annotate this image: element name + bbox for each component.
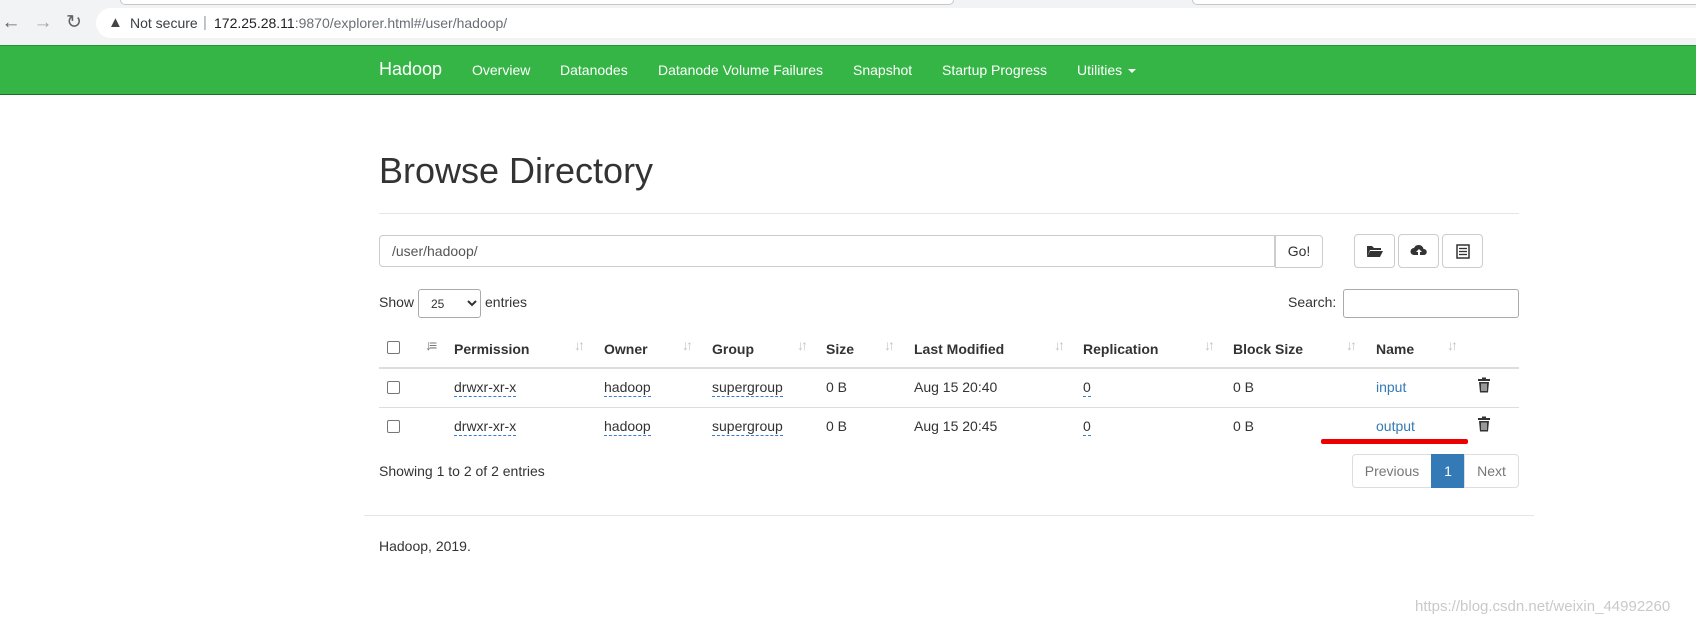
go-button[interactable]: Go! bbox=[1275, 235, 1323, 268]
nav-item-snapshot[interactable]: Snapshot bbox=[853, 62, 912, 78]
trash-icon[interactable] bbox=[1477, 416, 1491, 432]
nav-item-overview[interactable]: Overview bbox=[472, 62, 530, 78]
name-link-output[interactable]: output bbox=[1376, 418, 1415, 434]
nav-item-volume-failures[interactable]: Datanode Volume Failures bbox=[658, 62, 823, 78]
block-size-cell: 0 B bbox=[1233, 418, 1255, 434]
select-all-checkbox[interactable] bbox=[387, 341, 400, 354]
address-bar[interactable]: ▲ Not secure | 172.25.28.11:9870/explore… bbox=[96, 8, 1696, 38]
row-checkbox[interactable] bbox=[387, 381, 400, 394]
sort-icon[interactable]: ↓↑ bbox=[884, 337, 895, 353]
upload-files-button[interactable] bbox=[1398, 234, 1439, 268]
page-1-button[interactable]: 1 bbox=[1431, 454, 1465, 488]
title-divider bbox=[379, 213, 1519, 214]
size-cell: 0 B bbox=[826, 379, 848, 395]
col-permission[interactable]: Permission bbox=[454, 341, 529, 357]
trash-icon[interactable] bbox=[1477, 377, 1491, 393]
col-name[interactable]: Name bbox=[1376, 341, 1414, 357]
nav-item-utilities[interactable]: Utilities bbox=[1077, 62, 1137, 78]
col-size[interactable]: Size bbox=[826, 341, 854, 357]
nav-item-datanodes[interactable]: Datanodes bbox=[560, 62, 628, 78]
sort-icon[interactable]: ↓↑ bbox=[1447, 337, 1458, 353]
browser-tab[interactable] bbox=[1192, 0, 1696, 5]
back-arrow-icon[interactable]: ← bbox=[0, 12, 22, 34]
owner-cell[interactable]: hadoop bbox=[604, 418, 651, 436]
sort-icon[interactable]: ↓↑ bbox=[1054, 337, 1065, 353]
watermark-text: https://blog.csdn.net/weixin_44992260 bbox=[1415, 598, 1671, 615]
url-path: :9870/explorer.html#/user/hadoop/ bbox=[294, 15, 508, 31]
red-highlight-underline bbox=[1321, 439, 1468, 444]
security-label: Not secure bbox=[130, 15, 198, 31]
address-separator: | bbox=[203, 14, 207, 31]
footer-divider bbox=[364, 515, 1534, 516]
footer-text: Hadoop, 2019. bbox=[379, 538, 471, 554]
modified-cell: Aug 15 20:40 bbox=[914, 379, 998, 395]
next-page-button[interactable]: Next bbox=[1464, 454, 1519, 488]
row-checkbox[interactable] bbox=[387, 420, 400, 433]
folder-open-icon bbox=[1366, 246, 1383, 257]
block-size-cell: 0 B bbox=[1233, 379, 1255, 395]
top-navbar: Hadoop Overview Datanodes Datanode Volum… bbox=[0, 45, 1696, 95]
forward-arrow-icon[interactable]: → bbox=[32, 12, 54, 34]
modified-cell: Aug 15 20:45 bbox=[914, 418, 998, 434]
url-text[interactable]: 172.25.28.11:9870/explorer.html#/user/ha… bbox=[214, 15, 507, 31]
nav-item-startup-progress[interactable]: Startup Progress bbox=[942, 62, 1047, 78]
search-input[interactable] bbox=[1343, 289, 1519, 318]
previous-page-button[interactable]: Previous bbox=[1352, 454, 1432, 488]
size-cell: 0 B bbox=[826, 418, 848, 434]
sort-asc-icon[interactable]: ↓≡ bbox=[425, 337, 437, 353]
cloud-upload-icon bbox=[1410, 244, 1427, 256]
group-cell[interactable]: supergroup bbox=[712, 379, 783, 397]
table-info: Showing 1 to 2 of 2 entries bbox=[379, 463, 545, 479]
url-host: 172.25.28.11 bbox=[214, 15, 295, 31]
warning-icon: ▲ bbox=[108, 14, 123, 31]
directory-path-input[interactable] bbox=[379, 235, 1275, 267]
sort-icon[interactable]: ↓↑ bbox=[682, 337, 693, 353]
list-icon bbox=[1455, 243, 1470, 259]
replication-cell[interactable]: 0 bbox=[1083, 379, 1091, 397]
show-label: Show bbox=[379, 294, 415, 310]
col-last-modified[interactable]: Last Modified bbox=[914, 341, 1004, 357]
sort-icon[interactable]: ↓↑ bbox=[1346, 337, 1357, 353]
row-divider bbox=[379, 407, 1519, 408]
caret-down-icon bbox=[1128, 69, 1137, 74]
page-length-select[interactable]: 25 bbox=[418, 289, 481, 318]
sort-icon[interactable]: ↓↑ bbox=[1204, 337, 1215, 353]
col-group[interactable]: Group bbox=[712, 341, 754, 357]
replication-cell[interactable]: 0 bbox=[1083, 418, 1091, 436]
permission-cell[interactable]: drwxr-xr-x bbox=[454, 379, 517, 397]
table-header-divider bbox=[379, 367, 1519, 369]
create-directory-button[interactable] bbox=[1354, 234, 1395, 268]
reload-icon[interactable]: ↻ bbox=[63, 12, 85, 34]
permission-cell[interactable]: drwxr-xr-x bbox=[454, 418, 517, 436]
col-owner[interactable]: Owner bbox=[604, 341, 648, 357]
owner-cell[interactable]: hadoop bbox=[604, 379, 651, 397]
browser-tab[interactable] bbox=[120, 0, 954, 5]
group-cell[interactable]: supergroup bbox=[712, 418, 783, 436]
cut-paste-button[interactable] bbox=[1442, 234, 1483, 268]
name-link-input[interactable]: input bbox=[1376, 379, 1406, 395]
page-title: Browse Directory bbox=[379, 150, 654, 191]
sort-icon[interactable]: ↓↑ bbox=[797, 337, 808, 353]
navbar-brand[interactable]: Hadoop bbox=[379, 59, 442, 80]
col-block-size[interactable]: Block Size bbox=[1233, 341, 1303, 357]
utilities-label: Utilities bbox=[1077, 62, 1123, 78]
sort-icon[interactable]: ↓↑ bbox=[574, 337, 585, 353]
entries-label: entries bbox=[485, 294, 528, 310]
browser-toolbar: ← → ↻ ▲ Not secure | 172.25.28.11:9870/e… bbox=[0, 0, 1696, 45]
col-replication[interactable]: Replication bbox=[1083, 341, 1158, 357]
search-label: Search: bbox=[1288, 294, 1337, 310]
